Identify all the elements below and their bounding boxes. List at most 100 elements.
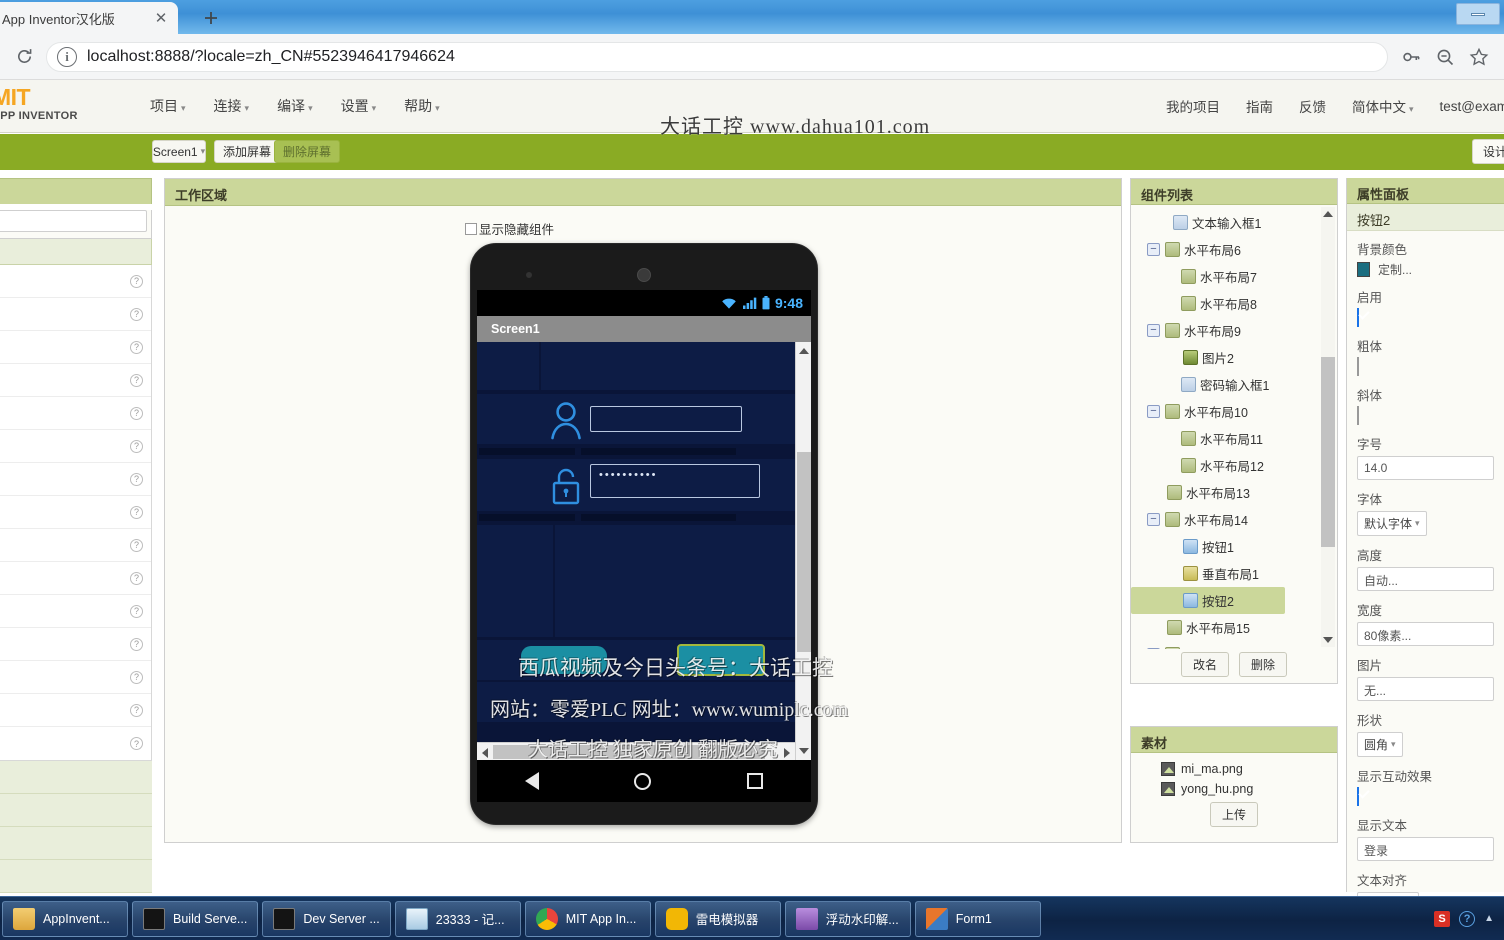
palette-item-passwordbox[interactable]: 密码输入框? — [0, 529, 151, 562]
username-input[interactable] — [590, 406, 742, 432]
viewer-horizontal-scrollbar[interactable] — [477, 742, 795, 760]
menu-item-project[interactable]: 项目 ▾ — [150, 96, 186, 116]
star-icon[interactable] — [1462, 42, 1496, 72]
help-icon[interactable]: ? — [130, 637, 143, 651]
back-triangle-icon[interactable] — [524, 772, 539, 790]
help-icon[interactable]: ? — [130, 406, 143, 420]
palette-item-listpicker[interactable]: 列表选择框? — [0, 430, 151, 463]
help-icon[interactable]: ? — [130, 373, 143, 387]
palette-item-checkbox[interactable]: 复选框? — [0, 298, 151, 331]
palette-item-listview[interactable]: 列表显示框? — [0, 463, 151, 496]
add-screen-button[interactable]: 添加屏幕 — [214, 140, 281, 163]
scrollbar-thumb[interactable] — [797, 452, 811, 652]
taskbar-item-dev-server[interactable]: Dev Server ... — [262, 900, 391, 937]
home-circle-icon[interactable] — [634, 772, 652, 790]
media-file-mi-ma[interactable]: mi_ma.png — [1131, 759, 1337, 779]
menu-item-account[interactable]: test@example — [1440, 99, 1504, 114]
taskbar-item-chrome[interactable]: MIT App In... — [524, 900, 651, 937]
menu-item-language[interactable]: 简体中文 ▾ — [1352, 96, 1414, 116]
palette-item-datepicker[interactable]: 日期选择框? — [0, 331, 151, 364]
screen-selector[interactable]: Screen1 ▾ — [152, 140, 206, 163]
prop-background-color-picker[interactable]: 定制... — [1357, 261, 1494, 278]
tree-item-hlayout14[interactable]: − 水平布局14 — [1131, 506, 1337, 533]
tree-item-hlayout9[interactable]: − 水平布局9 — [1131, 317, 1337, 344]
upload-button[interactable]: 上传 — [1209, 802, 1258, 827]
tree-item-button1[interactable]: 按钮1 — [1131, 533, 1337, 560]
scroll-down-icon[interactable] — [1323, 637, 1333, 643]
scrollbar-thumb[interactable] — [493, 745, 765, 759]
prop-input-height[interactable]: 自动... — [1357, 567, 1494, 591]
register-button[interactable] — [521, 646, 607, 674]
password-input[interactable]: •••••••••• — [590, 464, 760, 498]
taskbar-item-build-server[interactable]: Build Serve... — [132, 900, 259, 937]
collapse-icon[interactable]: − — [1147, 405, 1160, 418]
collapse-icon[interactable]: − — [1147, 513, 1160, 526]
browser-tab[interactable]: App Inventor汉化版 ✕ — [0, 2, 178, 34]
tree-item-hlayout12[interactable]: 水平布局12 — [1131, 452, 1337, 479]
help-icon[interactable]: ? — [130, 703, 143, 717]
help-icon[interactable]: ? — [130, 538, 143, 552]
menu-item-feedback[interactable]: 反馈 — [1299, 96, 1326, 116]
scroll-up-icon[interactable] — [799, 348, 809, 354]
viewer-vertical-scrollbar[interactable] — [795, 342, 811, 760]
layout-block[interactable] — [541, 342, 795, 390]
prop-input-text[interactable]: 登录 — [1357, 837, 1494, 861]
key-icon[interactable] — [1394, 42, 1428, 72]
tree-item-hlayout16[interactable]: − 水平布局16 — [1131, 641, 1337, 649]
overflow-icon[interactable]: ▲ — [1484, 913, 1494, 924]
scroll-up-icon[interactable] — [1323, 211, 1333, 217]
help-icon[interactable]: ? — [130, 737, 143, 750]
palette-item-label[interactable]: 标签? — [0, 397, 151, 430]
palette-item-slider[interactable]: 滑动条? — [0, 562, 151, 595]
tree-item-button2[interactable]: 按钮2 — [1131, 587, 1285, 614]
tree-item-image2[interactable]: 图片2 — [1131, 344, 1337, 371]
prop-checkbox-bold[interactable] — [1357, 357, 1359, 376]
minimize-icon[interactable] — [1456, 3, 1500, 25]
recent-square-icon[interactable] — [747, 773, 764, 789]
help-icon[interactable]: ? — [1459, 910, 1476, 927]
tree-item-hlayout10[interactable]: − 水平布局10 — [1131, 398, 1337, 425]
palette-item-button[interactable]: 按钮? — [0, 265, 151, 298]
palette-item-webviewer[interactable]: 网页浏览框? — [0, 727, 151, 760]
help-icon[interactable]: ? — [130, 307, 143, 321]
login-button[interactable] — [677, 644, 765, 676]
tree-item-hlayout6[interactable]: − 水平布局6 — [1131, 236, 1337, 263]
scrollbar-thumb[interactable] — [1321, 357, 1335, 547]
tree-scrollbar[interactable] — [1321, 207, 1335, 647]
menu-item-build[interactable]: 编译 ▾ — [277, 96, 313, 116]
media-file-yong-hu[interactable]: yong_hu.png — [1131, 779, 1337, 799]
zoom-out-icon[interactable] — [1428, 42, 1462, 72]
help-icon[interactable]: ? — [130, 505, 143, 519]
palette-item-timepicker[interactable]: 时间选择框? — [0, 694, 151, 727]
new-tab-icon[interactable] — [196, 4, 226, 32]
palette-item-textbox[interactable]: 文本输入框? — [0, 661, 151, 694]
sogou-icon[interactable]: S — [1434, 910, 1451, 927]
help-icon[interactable]: ? — [130, 472, 143, 486]
palette-section-maps[interactable] — [0, 860, 152, 893]
delete-button[interactable]: 删除 — [1239, 652, 1288, 677]
tree-item-hlayout11[interactable]: 水平布局11 — [1131, 425, 1337, 452]
help-icon[interactable]: ? — [130, 670, 143, 684]
help-icon[interactable]: ? — [130, 439, 143, 453]
close-icon[interactable]: ✕ — [152, 9, 170, 27]
palette-search-input[interactable] — [0, 210, 147, 232]
prop-select-shape[interactable]: 圆角 ▾ — [1357, 732, 1403, 757]
tree-item-hlayout15[interactable]: 水平布局15 — [1131, 614, 1337, 641]
designer-toggle-button[interactable]: 设计 — [1471, 139, 1504, 164]
menu-item-help[interactable]: 帮助 ▾ — [404, 96, 440, 116]
menu-item-my-projects[interactable]: 我的项目 — [1166, 96, 1220, 116]
remove-screen-button[interactable]: 删除屏幕 — [274, 140, 341, 163]
palette-item-screen[interactable]: 屏幕? — [0, 628, 151, 661]
rename-button[interactable]: 改名 — [1180, 652, 1229, 677]
prop-input-width[interactable]: 80像素... — [1357, 622, 1494, 646]
show-hidden-components-checkbox[interactable]: 显示隐藏组件 — [465, 219, 554, 238]
address-bar[interactable]: i localhost:8888/?locale=zh_CN#552394641… — [46, 41, 1388, 72]
help-icon[interactable]: ? — [130, 274, 143, 288]
help-icon[interactable]: ? — [130, 340, 143, 354]
prop-checkbox-enabled[interactable] — [1357, 308, 1359, 327]
footer-row[interactable] — [477, 682, 795, 722]
prop-input-image[interactable]: 无... — [1357, 677, 1494, 701]
scroll-right-icon[interactable] — [784, 748, 790, 758]
prop-checkbox-italic[interactable] — [1357, 406, 1359, 425]
scroll-left-icon[interactable] — [482, 748, 488, 758]
